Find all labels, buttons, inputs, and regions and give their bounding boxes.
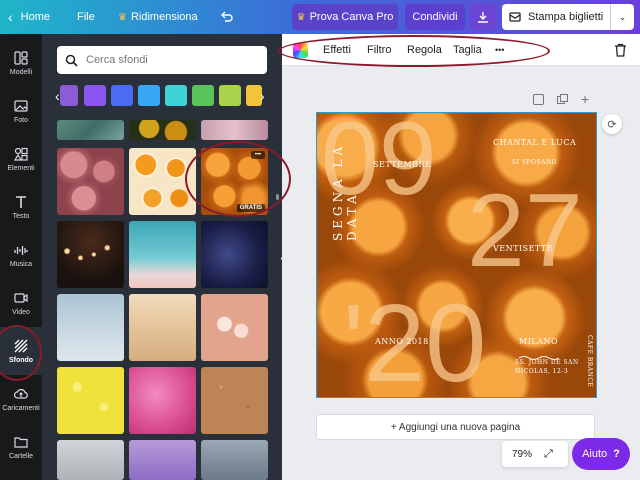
crown-icon: ♛ xyxy=(118,11,127,23)
design-text-names[interactable]: CHANTAL E LUCA xyxy=(493,138,576,147)
search-box[interactable] xyxy=(57,46,267,74)
design-text-save-date[interactable]: SEGNA LA DATA xyxy=(331,131,359,241)
background-thumbnail[interactable] xyxy=(129,440,196,480)
background-thumbnail[interactable] xyxy=(201,440,268,480)
design-text-month[interactable]: SETTEMBRE xyxy=(373,160,431,169)
music-icon xyxy=(14,245,28,255)
share-button[interactable]: Condividi xyxy=(405,4,465,30)
file-menu[interactable]: File xyxy=(77,0,95,34)
design-page[interactable]: 09 27 '20 SETTEMBRE CHANTAL E LUCA SI SP… xyxy=(316,112,597,398)
design-text-marry[interactable]: SI SPOSANO xyxy=(512,159,557,166)
folder-icon xyxy=(14,436,28,448)
background-thumbnail[interactable] xyxy=(57,367,124,434)
photo-icon xyxy=(14,99,28,112)
background-thumbnail[interactable] xyxy=(57,120,124,140)
download-icon xyxy=(478,12,488,23)
rail-item-music[interactable]: Musica xyxy=(0,231,42,279)
add-page-button[interactable]: + Aggiungi una nuova pagina xyxy=(316,414,595,440)
upload-icon xyxy=(14,388,28,399)
color-swatch[interactable] xyxy=(60,85,78,106)
design-text-city[interactable]: MILANO xyxy=(519,337,558,346)
color-swatch[interactable] xyxy=(165,85,187,106)
background-thumbnail[interactable] xyxy=(201,367,268,434)
print-cards-button[interactable]: Stampa biglietti ⌄ xyxy=(502,4,634,30)
background-thumbnail[interactable] xyxy=(57,294,124,361)
color-swatch[interactable] xyxy=(111,85,133,106)
trash-icon xyxy=(615,43,626,57)
templates-icon xyxy=(14,50,28,65)
annotation-circle-thumbnail xyxy=(185,141,291,217)
duplicate-page-icon[interactable] xyxy=(557,94,568,105)
color-swatch[interactable] xyxy=(219,85,241,106)
zoom-control[interactable]: 79% ⤢ xyxy=(502,441,568,467)
design-text-day[interactable]: VENTISETTE xyxy=(493,244,553,253)
background-thumbnail[interactable] xyxy=(129,221,196,288)
try-pro-button[interactable]: ♛ Prova Canva Pro xyxy=(292,4,398,30)
add-page-icon[interactable]: + xyxy=(581,91,589,107)
background-thumbnail[interactable] xyxy=(201,294,268,361)
home-label: Home xyxy=(20,11,51,23)
design-text-year[interactable]: ANNO 2018 xyxy=(375,337,429,346)
rail-item-templates[interactable]: Modelli xyxy=(0,39,42,87)
chevron-down-icon[interactable]: ⌄ xyxy=(610,4,634,30)
search-input[interactable] xyxy=(86,54,256,66)
crown-icon: ♛ xyxy=(296,11,306,23)
rail-item-elements[interactable]: Elementi xyxy=(0,135,42,183)
design-text-side[interactable]: CAFE BRANCE xyxy=(586,335,593,395)
background-thumbnail[interactable] xyxy=(57,221,124,288)
background-thumbnail[interactable] xyxy=(129,294,196,361)
undo-button[interactable] xyxy=(220,0,234,34)
elements-icon xyxy=(14,147,28,161)
search-icon xyxy=(65,54,78,67)
zoom-level[interactable]: 79% xyxy=(512,449,532,460)
undo-icon xyxy=(221,11,233,22)
help-button[interactable]: Aiuto ? xyxy=(572,438,630,470)
color-swatch[interactable] xyxy=(138,85,160,106)
page-notes-icon[interactable] xyxy=(533,94,544,105)
refresh-icon[interactable]: ⟳ xyxy=(602,114,622,134)
top-bar: ‹ Home File ♛ Ridimensiona ♛ Prova Canva… xyxy=(0,0,640,34)
resize-button[interactable]: ♛ Ridimensiona xyxy=(118,0,198,34)
background-thumbnail[interactable] xyxy=(129,120,196,140)
rail-item-text[interactable]: Testo xyxy=(0,183,42,231)
background-thumbnail[interactable] xyxy=(129,367,196,434)
back-chevron-icon: ‹ xyxy=(8,9,13,25)
rail-item-video[interactable]: Video xyxy=(0,279,42,327)
design-text-address-1[interactable]: SS. JOHN DE SAN xyxy=(515,359,579,366)
text-icon xyxy=(16,195,26,208)
swatch-right-arrow[interactable]: › xyxy=(260,85,272,106)
background-thumbnail[interactable] xyxy=(201,221,268,288)
left-rail: Modelli Foto Elementi Testo Musica Video… xyxy=(0,34,42,480)
delete-button[interactable] xyxy=(614,34,627,66)
rail-item-photos[interactable]: Foto xyxy=(0,87,42,135)
color-swatch[interactable] xyxy=(192,85,214,106)
annotation-circle-toolbar xyxy=(278,35,550,67)
background-thumbnail[interactable] xyxy=(57,148,124,215)
fullscreen-icon[interactable]: ⤢ xyxy=(544,448,553,461)
design-number-month[interactable]: 27 xyxy=(467,179,583,283)
download-button[interactable] xyxy=(470,4,496,30)
background-thumbnail[interactable] xyxy=(57,440,124,480)
print-box-icon xyxy=(509,12,521,22)
rail-item-uploads[interactable]: Caricamenti xyxy=(0,375,42,423)
background-thumbnail[interactable] xyxy=(201,120,268,140)
design-text-address-2[interactable]: NICOLAS, 12-3 xyxy=(515,368,568,375)
background-panel: ‹ › ••• GRATIS xyxy=(42,34,282,480)
wave-decoration xyxy=(518,350,560,360)
color-swatch[interactable] xyxy=(84,85,106,106)
home-button[interactable]: ‹ Home xyxy=(8,0,50,34)
rail-item-folders[interactable]: Cartelle xyxy=(0,423,42,471)
video-icon xyxy=(14,292,28,303)
